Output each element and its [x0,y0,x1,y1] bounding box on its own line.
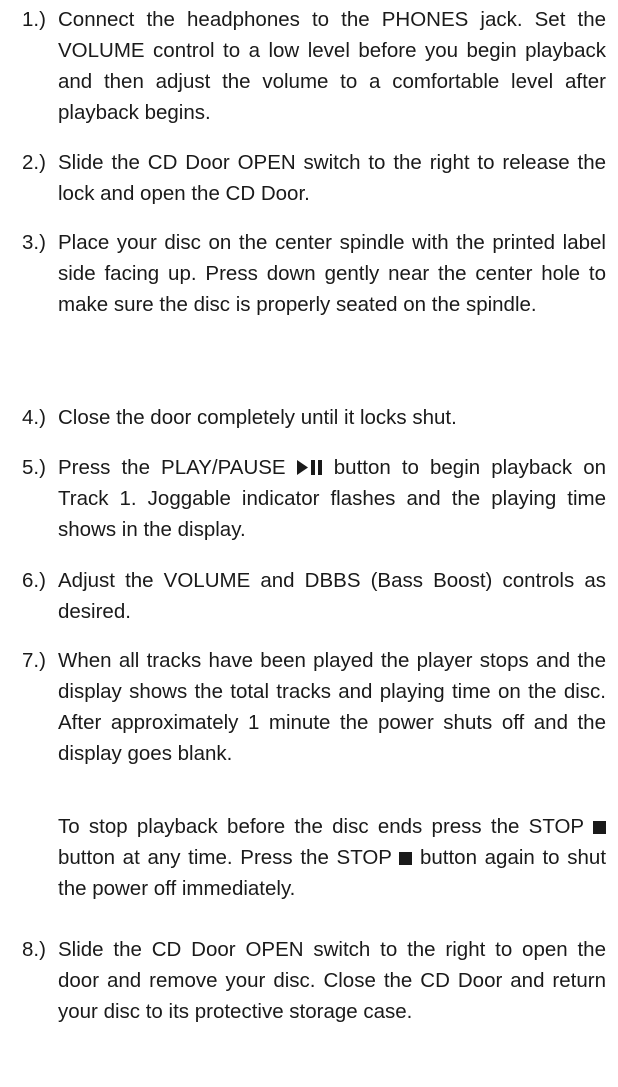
step-text: When all tracks have been played the pla… [58,649,606,765]
step-number: 8.) [22,938,46,961]
step-text: Adjust the VOLUME and DBBS (Bass Boost) … [58,569,606,623]
step-note: To stop playback before the disc ends pr… [58,811,606,904]
step-text: Press the PLAY/PAUSE button to begin pla… [58,452,606,545]
step-note-part: button at any time. Press the STOP [58,846,392,869]
step-text: Slide the CD Door OPEN switch to the rig… [58,151,606,205]
step-number: 7.) [22,649,46,672]
step-text-part: Press the PLAY/PAUSE [58,456,286,479]
step-number: 5.) [22,456,46,479]
play-pause-icon [296,460,322,475]
step-number: 4.) [22,406,46,429]
stop-icon [399,852,413,865]
step-number: 1.) [22,8,46,31]
step-number: 2.) [22,151,46,174]
step-text: Connect the headphones to the PHONES jac… [58,8,606,124]
step-note-part: To stop playback before the disc ends pr… [58,815,584,838]
step-text: Slide the CD Door OPEN switch to the rig… [58,938,606,1023]
step-text: Close the door completely until it locks… [58,406,457,429]
step-number: 3.) [22,231,46,254]
step-text: Place your disc on the center spindle wi… [58,231,606,316]
step-number: 6.) [22,569,46,592]
stop-icon [593,821,606,834]
